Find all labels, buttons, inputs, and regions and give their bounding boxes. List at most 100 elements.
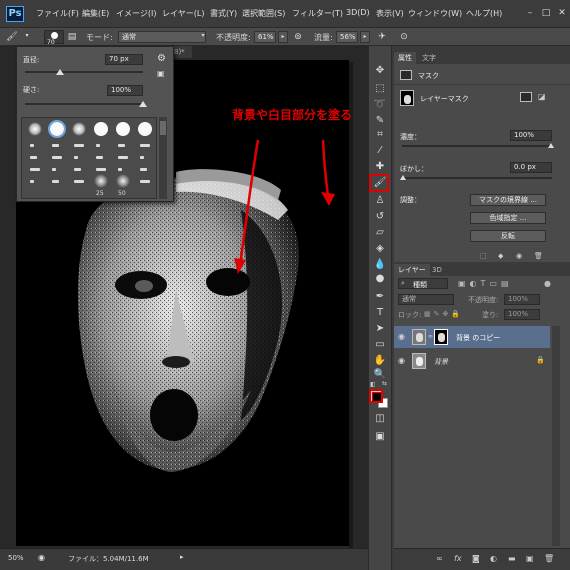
- path-select-tool-icon[interactable]: ➤: [372, 322, 388, 336]
- brush-preset-small-12[interactable]: [30, 168, 40, 171]
- close-window-button[interactable]: ✕: [556, 8, 568, 18]
- tab-properties[interactable]: 属性: [394, 52, 416, 64]
- brush-preset-small-23[interactable]: [140, 180, 150, 183]
- doc-info-icon[interactable]: ◉: [38, 553, 45, 562]
- stamp-tool-icon[interactable]: ♙: [372, 194, 388, 208]
- feather-slider-thumb[interactable]: [400, 175, 406, 180]
- tool-preset-dropdown-icon[interactable]: ▾: [22, 31, 32, 43]
- menu-item-1[interactable]: 編集(E): [82, 8, 109, 19]
- layer-name[interactable]: 背景 のコピー: [456, 333, 500, 343]
- new-preset-icon[interactable]: ▣: [157, 69, 165, 78]
- eraser-tool-icon[interactable]: ▱: [372, 226, 388, 240]
- menu-item-4[interactable]: 書式(Y): [210, 8, 237, 19]
- color-range-button[interactable]: 色域指定 ...: [470, 212, 546, 224]
- density-slider-thumb[interactable]: [548, 143, 554, 148]
- brush-preset-small-8[interactable]: [74, 156, 78, 159]
- flow-input[interactable]: 56%: [336, 31, 358, 43]
- link-layers-icon[interactable]: ∞: [436, 554, 443, 563]
- brush-preset-small-3[interactable]: [96, 144, 100, 147]
- marquee-tool-icon[interactable]: ⬚: [372, 82, 388, 96]
- brush-preset-3[interactable]: [94, 122, 108, 136]
- pressure-opacity-icon[interactable]: ⊚: [292, 31, 304, 43]
- status-menu-arrow-icon[interactable]: ▸: [180, 553, 184, 561]
- layers-scrollbar[interactable]: [552, 326, 560, 546]
- brush-preset-small-7[interactable]: [52, 156, 62, 159]
- visibility-icon[interactable]: ◉: [516, 252, 522, 260]
- menu-item-5[interactable]: 選択範囲(S): [242, 8, 285, 19]
- brush-preset-small-1[interactable]: [52, 144, 59, 147]
- pen-tool-icon[interactable]: ✒: [372, 290, 388, 304]
- density-slider[interactable]: [402, 145, 552, 147]
- add-mask-icon[interactable]: ◙: [472, 554, 480, 563]
- menu-item-3[interactable]: レイヤー(L): [162, 8, 204, 19]
- menu-item-0[interactable]: ファイル(F): [36, 8, 79, 19]
- gear-icon[interactable]: ⚙: [157, 53, 166, 64]
- brush-preset-0[interactable]: [28, 122, 42, 136]
- size-slider-track[interactable]: [25, 71, 143, 73]
- layer-row-background[interactable]: ◉ 背景 🔒: [394, 350, 550, 372]
- brush-preset-small-17[interactable]: [140, 168, 147, 171]
- airbrush-icon[interactable]: ✈: [376, 31, 388, 43]
- size-input[interactable]: 70 px: [105, 54, 143, 65]
- pixel-mask-icon[interactable]: [520, 92, 532, 102]
- healing-brush-tool-icon[interactable]: ✚: [372, 160, 388, 174]
- maximize-button[interactable]: □: [540, 8, 552, 18]
- brush-preset-small-4[interactable]: [118, 144, 125, 147]
- opacity-input[interactable]: 61%: [254, 31, 276, 43]
- eyedropper-tool-icon[interactable]: ⁄: [372, 144, 388, 158]
- history-brush-tool-icon[interactable]: ↺: [372, 210, 388, 224]
- brush-preset-2[interactable]: [72, 122, 86, 136]
- blend-mode-select[interactable]: 通常: [398, 294, 454, 305]
- paint-bucket-tool-icon[interactable]: ◈: [372, 242, 388, 256]
- blur-tool-icon[interactable]: 💧: [372, 258, 388, 272]
- lasso-tool-icon[interactable]: ➰: [372, 98, 388, 112]
- tab-3d[interactable]: 3D: [428, 264, 446, 276]
- pressure-size-icon[interactable]: ⊙: [398, 31, 410, 43]
- brush-tool-active-icon[interactable]: 🖌: [372, 176, 388, 190]
- visibility-eye-icon[interactable]: ◉: [398, 356, 408, 366]
- hardness-input[interactable]: 100%: [107, 85, 143, 96]
- hardness-slider-thumb[interactable]: [139, 101, 147, 107]
- brush-preset-small-20[interactable]: [74, 180, 84, 183]
- brush-tool-icon[interactable]: 🖌: [6, 31, 18, 43]
- preset-scrollbar-thumb[interactable]: [160, 121, 166, 135]
- brush-preset-small-18[interactable]: [30, 180, 34, 183]
- brush-preset-large-1[interactable]: [116, 174, 130, 188]
- brush-preset-small-14[interactable]: [74, 168, 81, 171]
- brush-preset-small-13[interactable]: [52, 168, 56, 171]
- hardness-slider-track[interactable]: [25, 103, 143, 105]
- adjustment-layer-icon[interactable]: ◐: [490, 554, 497, 563]
- menu-item-2[interactable]: イメージ(I): [116, 8, 156, 19]
- brush-preset-small-9[interactable]: [96, 156, 103, 159]
- feather-input[interactable]: 0.0 px: [510, 162, 552, 173]
- layer-filter-select[interactable]: ⌕ 種類: [398, 278, 448, 289]
- link-icon[interactable]: ∞: [428, 333, 433, 340]
- filter-toggle-icon[interactable]: ●: [544, 279, 551, 288]
- menu-item-8[interactable]: 表示(V): [376, 8, 404, 19]
- apply-mask-icon[interactable]: ◆: [498, 252, 503, 260]
- crop-tool-icon[interactable]: ⌗: [372, 128, 388, 142]
- layer-mask-thumbnail-small[interactable]: [434, 329, 448, 345]
- default-colors-icon[interactable]: ◧: [370, 381, 376, 388]
- brush-preset-small-19[interactable]: [52, 180, 59, 183]
- flow-slider-dropdown[interactable]: ▸: [360, 31, 370, 43]
- delete-mask-icon[interactable]: 🗑: [534, 252, 543, 260]
- vector-mask-icon[interactable]: ◪: [538, 92, 550, 102]
- brush-preset-4[interactable]: [116, 122, 130, 136]
- brush-panel-toggle-icon[interactable]: ▤: [66, 31, 78, 43]
- mask-edge-button[interactable]: マスクの境界線 ...: [470, 194, 546, 206]
- folder-icon[interactable]: ▬: [508, 554, 516, 563]
- brush-preset-large-0[interactable]: [94, 174, 108, 188]
- brush-preset-small-6[interactable]: [30, 156, 37, 159]
- swap-colors-icon[interactable]: ⇆: [382, 380, 387, 387]
- menu-item-6[interactable]: フィルター(T): [292, 8, 343, 19]
- visibility-eye-icon[interactable]: ◉: [398, 332, 408, 342]
- size-slider-thumb[interactable]: [56, 69, 65, 75]
- fill-input[interactable]: 100%: [504, 309, 540, 320]
- hand-tool-icon[interactable]: ✋: [372, 354, 388, 368]
- new-layer-icon[interactable]: ▣: [526, 554, 534, 563]
- menu-item-9[interactable]: ウィンドウ(W): [408, 8, 462, 19]
- layer-opacity-input[interactable]: 100%: [504, 294, 540, 305]
- brush-preset-small-10[interactable]: [118, 156, 128, 159]
- shape-tool-icon[interactable]: ▭: [372, 338, 388, 352]
